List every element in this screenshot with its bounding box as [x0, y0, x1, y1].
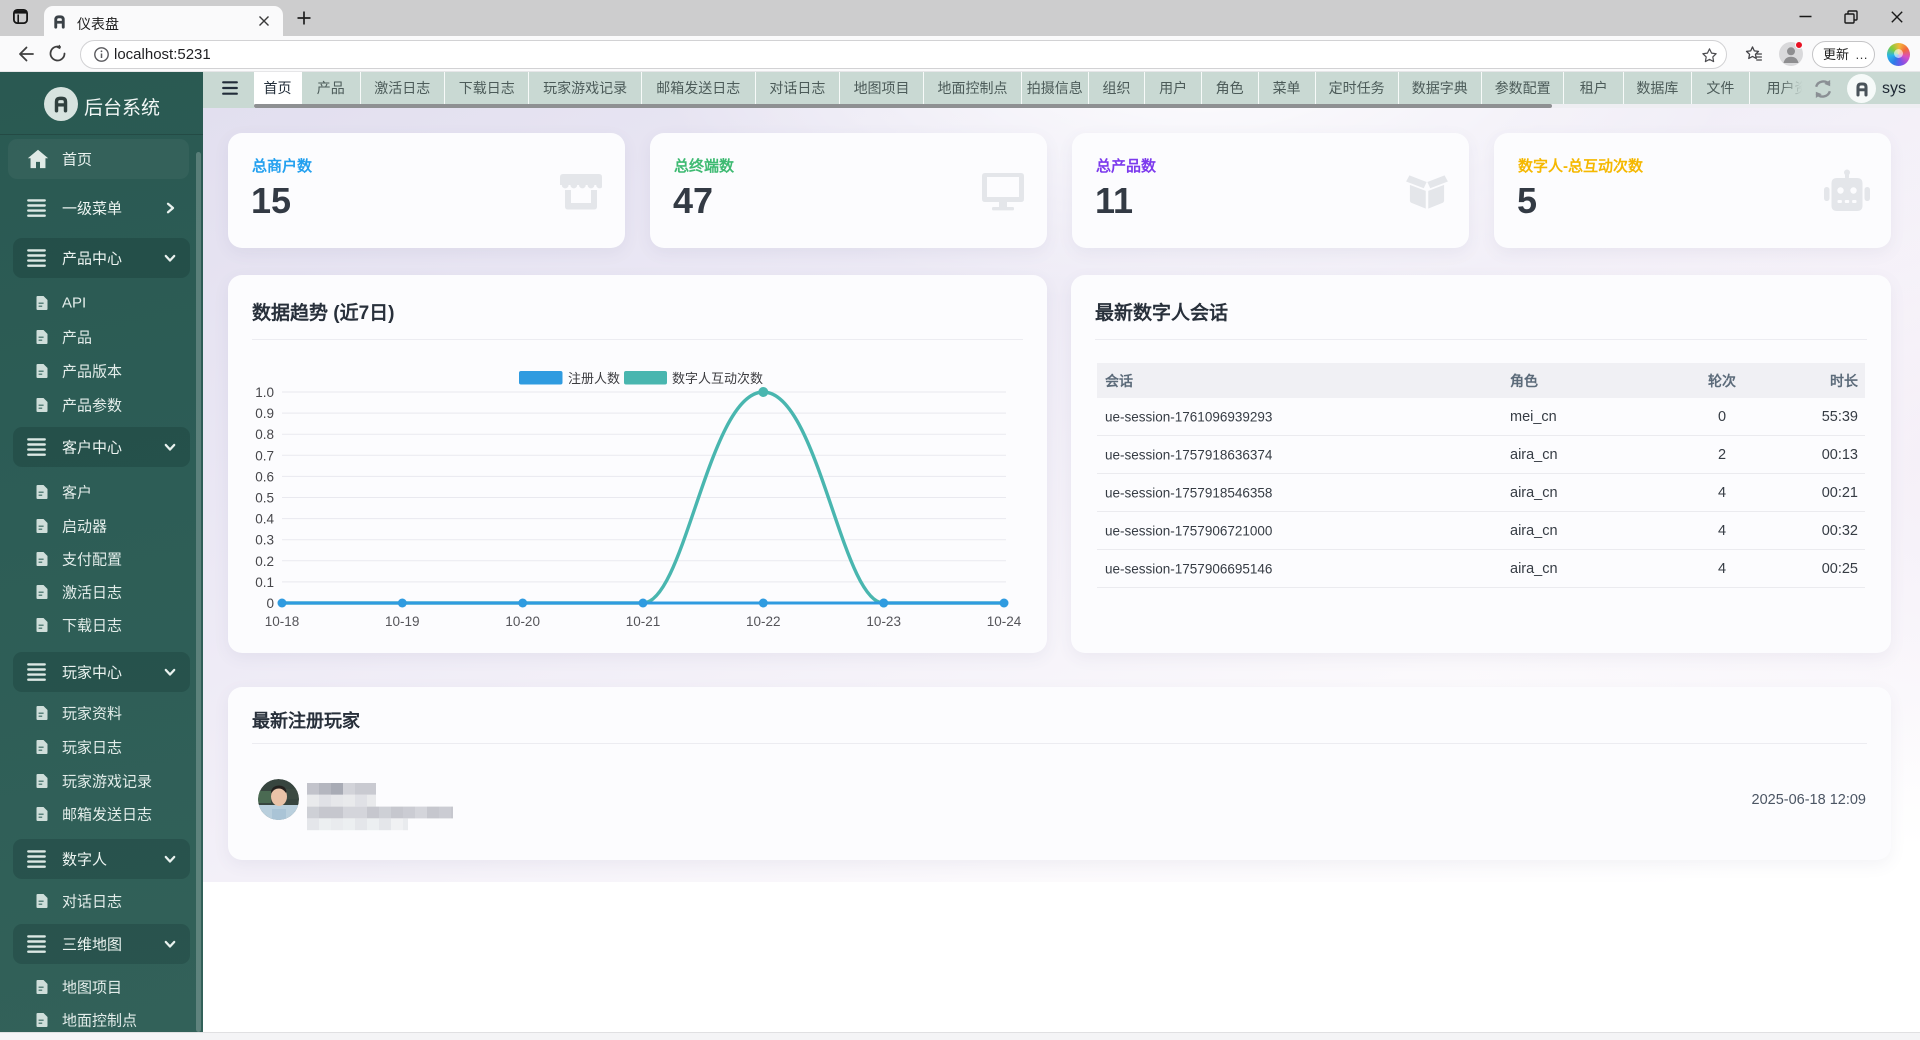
svg-text:0.2: 0.2: [255, 554, 274, 569]
svg-text:0: 0: [266, 596, 274, 611]
svg-text:0.5: 0.5: [255, 491, 274, 506]
svg-text:0.9: 0.9: [255, 406, 274, 421]
svg-text:10-20: 10-20: [505, 614, 540, 629]
svg-text:数字人互动次数: 数字人互动次数: [672, 371, 763, 386]
svg-text:0.8: 0.8: [255, 427, 274, 442]
svg-text:0.1: 0.1: [255, 575, 274, 590]
svg-text:0.6: 0.6: [255, 469, 274, 484]
svg-text:1.0: 1.0: [255, 385, 274, 400]
svg-text:10-18: 10-18: [265, 614, 300, 629]
svg-text:10-22: 10-22: [746, 614, 781, 629]
svg-text:10-21: 10-21: [626, 614, 661, 629]
svg-text:10-23: 10-23: [866, 614, 901, 629]
svg-text:0.7: 0.7: [255, 448, 274, 463]
svg-text:0.4: 0.4: [255, 512, 274, 527]
svg-text:注册人数: 注册人数: [568, 371, 620, 386]
svg-text:10-24: 10-24: [987, 614, 1022, 629]
svg-text:0.3: 0.3: [255, 533, 274, 548]
svg-text:10-19: 10-19: [385, 614, 420, 629]
